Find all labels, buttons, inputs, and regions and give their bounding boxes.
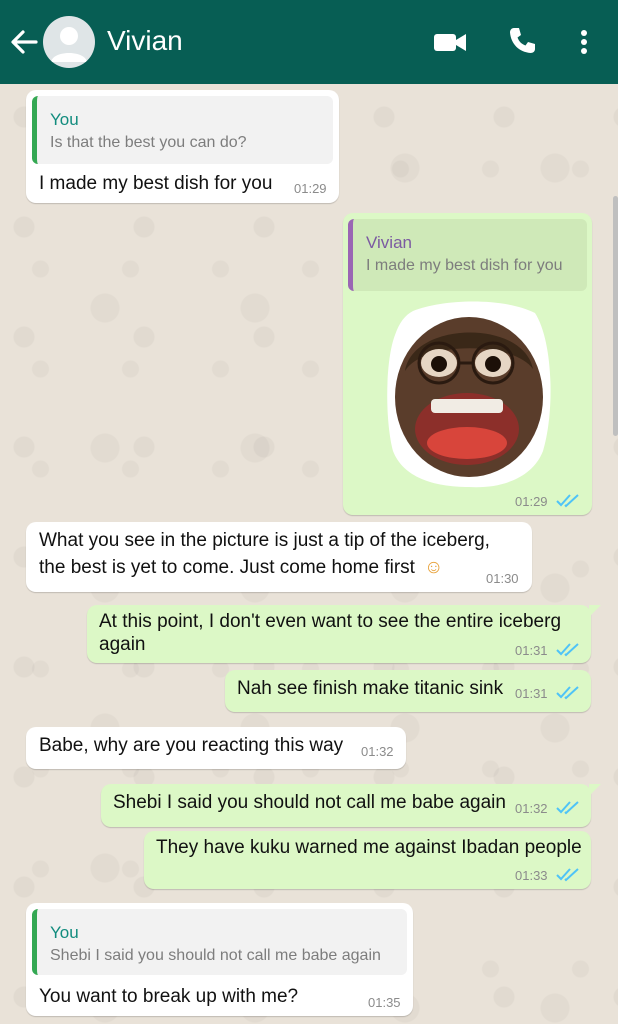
- message-time: 01:32: [515, 801, 548, 816]
- message-time: 01:31: [515, 686, 548, 701]
- message-time: 01:30: [486, 571, 519, 586]
- message-bubble-incoming[interactable]: You Is that the best you can do? I made …: [26, 90, 339, 203]
- read-receipt-icon: [556, 686, 579, 700]
- read-receipt-icon: [556, 868, 579, 882]
- message-text-line-1: What you see in the picture is just a ti…: [39, 530, 490, 551]
- message-text: Shebi I said you should not call me babe…: [113, 792, 506, 813]
- message-text-line-1: At this point, I don't even want to see …: [99, 611, 562, 632]
- message-bubble-outgoing[interactable]: Vivian I made my best dish for you 01:29: [343, 213, 592, 515]
- message-text: They have kuku warned me against Ibadan …: [156, 837, 582, 858]
- bubble-tail: [589, 784, 601, 796]
- message-bubble-outgoing[interactable]: Shebi I said you should not call me babe…: [101, 784, 591, 827]
- message-text-line-2: the best is yet to come. Just come home …: [39, 557, 415, 578]
- quote-author: Vivian: [366, 233, 412, 252]
- message-bubble-outgoing[interactable]: Nah see finish make titanic sink 01:31: [225, 670, 591, 712]
- message-time: 01:31: [515, 643, 548, 658]
- message-bubble-outgoing[interactable]: At this point, I don't even want to see …: [87, 605, 591, 663]
- read-receipt-icon: [556, 494, 579, 508]
- back-arrow-icon[interactable]: [8, 26, 40, 58]
- scrollbar[interactable]: [613, 196, 618, 436]
- avatar[interactable]: [43, 16, 95, 68]
- quoted-message[interactable]: You Shebi I said you should not call me …: [32, 909, 407, 975]
- message-text: Nah see finish make titanic sink: [237, 678, 504, 699]
- phone-icon[interactable]: [506, 25, 538, 57]
- more-vertical-icon[interactable]: [574, 26, 594, 58]
- message-time: 01:33: [515, 868, 548, 883]
- quote-text: Is that the best you can do?: [50, 134, 247, 151]
- message-bubble-incoming[interactable]: What you see in the picture is just a ti…: [26, 522, 532, 592]
- read-receipt-icon: [556, 643, 579, 657]
- quoted-message[interactable]: You Is that the best you can do?: [32, 96, 333, 164]
- quote-text: I made my best dish for you: [366, 257, 563, 274]
- message-text: You want to break up with me?: [39, 986, 299, 1007]
- read-receipt-icon: [556, 801, 579, 815]
- message-time: 01:32: [361, 744, 394, 759]
- message-time: 01:29: [294, 181, 327, 196]
- video-call-icon[interactable]: [432, 28, 468, 56]
- message-text: I made my best dish for you: [39, 173, 273, 194]
- message-bubble-outgoing[interactable]: They have kuku warned me against Ibadan …: [144, 831, 591, 889]
- message-text: Babe, why are you reacting this way: [39, 735, 344, 756]
- smiling-emoji-icon: ☺: [424, 557, 444, 578]
- sticker-image[interactable]: [383, 301, 555, 491]
- quote-text: Shebi I said you should not call me babe…: [50, 947, 381, 964]
- quote-author: You: [50, 110, 79, 129]
- avatar-icon: [51, 27, 87, 62]
- bubble-tail: [589, 605, 601, 617]
- message-time: 01:29: [515, 494, 548, 509]
- message-time: 01:35: [368, 995, 401, 1010]
- message-bubble-incoming[interactable]: You Shebi I said you should not call me …: [26, 903, 413, 1016]
- chat-header: Vivian: [0, 0, 618, 84]
- contact-name[interactable]: Vivian: [107, 25, 183, 57]
- message-text-line-2: again: [99, 634, 146, 655]
- quoted-message[interactable]: Vivian I made my best dish for you: [348, 219, 587, 291]
- message-bubble-incoming[interactable]: Babe, why are you reacting this way 01:3…: [26, 727, 406, 769]
- quote-author: You: [50, 923, 79, 942]
